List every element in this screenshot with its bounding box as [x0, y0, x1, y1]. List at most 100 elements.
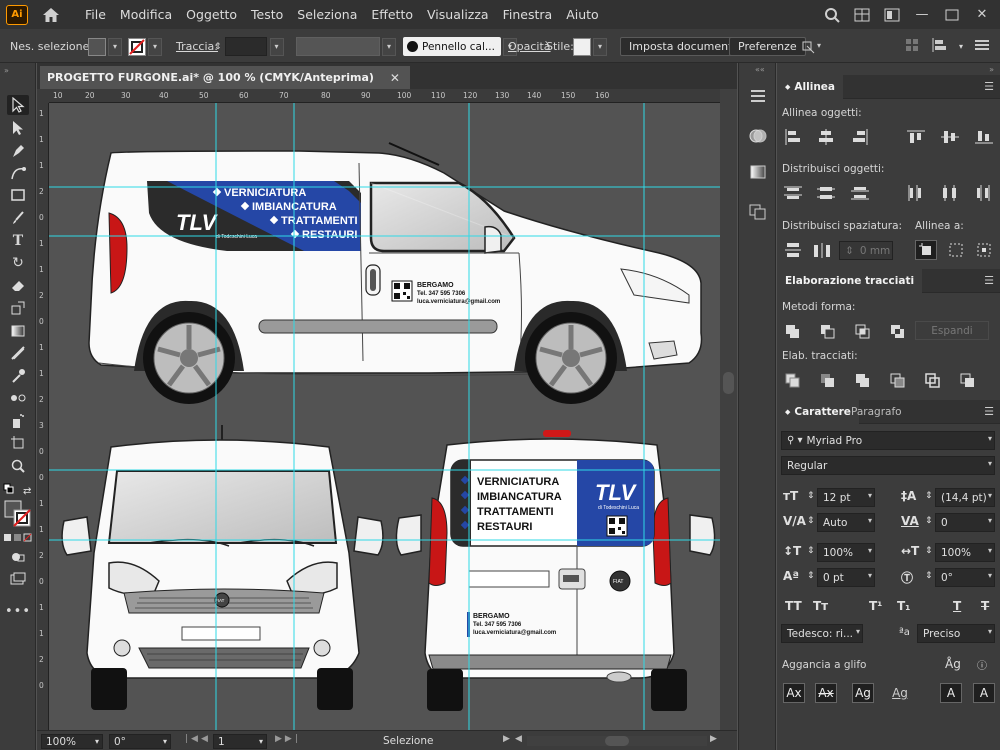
status-tool[interactable]: Selezione: [383, 735, 433, 747]
vertical-scale-dropdown[interactable]: ▾: [868, 546, 872, 555]
align-left-icon[interactable]: [782, 127, 804, 147]
char-rotation-field[interactable]: 0° ▾: [935, 568, 995, 587]
selection-tool-icon[interactable]: [7, 95, 29, 115]
align-to-selection-icon[interactable]: [915, 240, 937, 260]
zoom-tool-icon[interactable]: [7, 456, 29, 476]
font-search-icon[interactable]: ⚲ ▾: [787, 435, 803, 446]
tracking-field[interactable]: 0 ▾: [935, 513, 995, 532]
collapse-toolbar-icon[interactable]: »: [4, 66, 9, 75]
collapse-strip-icon[interactable]: ««: [755, 65, 765, 74]
character-panel-menu-icon[interactable]: ☰: [984, 405, 994, 418]
brush-tool-icon[interactable]: [7, 208, 29, 228]
horizontal-scale-field[interactable]: 100% ▾: [935, 543, 995, 562]
all-caps-icon[interactable]: TT: [785, 599, 802, 613]
snap-baseline-icon[interactable]: Ax: [783, 683, 805, 703]
superscript-icon[interactable]: T¹: [869, 599, 882, 613]
gradient-tool-icon[interactable]: [7, 321, 29, 341]
default-colors-icon[interactable]: ⇄: [3, 483, 33, 497]
artboard-field[interactable]: 1 ▾: [213, 734, 267, 749]
divide-icon[interactable]: [782, 370, 804, 390]
strikethrough-icon[interactable]: T: [981, 599, 989, 613]
horizontal-scrollbar[interactable]: [527, 736, 707, 746]
maximize-icon[interactable]: [944, 8, 960, 22]
preferences-button[interactable]: Preferenze: [729, 37, 806, 56]
status-menu-arrow[interactable]: ▶: [503, 734, 510, 744]
font-size-dropdown[interactable]: ▾: [868, 491, 872, 500]
tracking-stepper[interactable]: ⇕: [925, 516, 933, 526]
eraser-tool-icon[interactable]: [7, 275, 29, 295]
rotation-dropdown[interactable]: ▾: [163, 737, 167, 746]
properties-panel-icon[interactable]: [746, 85, 770, 107]
brush-definition[interactable]: Pennello cal...: [403, 37, 501, 56]
char-rotation-dropdown[interactable]: ▾: [988, 571, 992, 580]
zoom-field[interactable]: 100% ▾: [41, 734, 103, 749]
minimize-icon[interactable]: —: [914, 7, 930, 22]
horizontal-ruler[interactable]: 10 20 30 40 50 60 70 80 90 100 110 120 130 140 150 160: [49, 89, 720, 103]
pen-tool-icon[interactable]: [7, 141, 29, 161]
exclude-icon[interactable]: [887, 321, 909, 341]
distribute-horizontal-center-icon[interactable]: [939, 183, 961, 203]
color-mode-icons[interactable]: [4, 533, 32, 543]
menu-modifica[interactable]: Modifica: [113, 7, 179, 22]
baseline-field[interactable]: 0 pt ▾: [817, 568, 875, 587]
artboard-nav-prev[interactable]: |◀◀: [185, 734, 211, 744]
font-size-field[interactable]: 12 pt ▾: [817, 488, 875, 507]
artboard-dropdown[interactable]: ▾: [259, 737, 263, 746]
underline-icon[interactable]: T: [953, 599, 961, 613]
vertical-ruler[interactable]: 1 1 1 2 0 1 1 2 0 1 1 2 3 0 0 1 1 2 0 1 1 2 0: [37, 103, 49, 730]
blend-tool-icon[interactable]: [7, 388, 29, 408]
minus-back-icon[interactable]: [957, 370, 979, 390]
collapse-arrow-icon[interactable]: ◆: [785, 83, 790, 91]
appearance-panel-icon[interactable]: [746, 125, 770, 147]
stroke-weight-input[interactable]: [224, 37, 267, 56]
van-front-view[interactable]: FIAT: [61, 425, 384, 710]
snap-glyph-info-icon[interactable]: ⓘ: [977, 657, 987, 672]
distribute-left-icon[interactable]: [905, 183, 927, 203]
kerning-stepper[interactable]: ⇕: [807, 516, 815, 526]
draw-mode-icon[interactable]: [7, 547, 29, 567]
collapse-panels-icon[interactable]: »: [989, 65, 994, 74]
rectangle-tool-icon[interactable]: [7, 185, 29, 205]
leading-field[interactable]: (14,4 pt) ▾: [935, 488, 995, 507]
snap-x-height-icon[interactable]: Ax: [815, 683, 837, 703]
snap-angular-icon[interactable]: A: [940, 683, 962, 703]
font-family-dropdown[interactable]: ▾: [988, 434, 992, 443]
rotate-tool-icon[interactable]: ↻: [7, 253, 29, 273]
align-right-icon[interactable]: [849, 127, 871, 147]
stroke-swatch[interactable]: [128, 37, 146, 56]
snap-anchor-icon[interactable]: A: [973, 683, 995, 703]
horizontal-scale-dropdown[interactable]: ▾: [988, 546, 992, 555]
kerning-field[interactable]: Auto ▾: [817, 513, 875, 532]
merge-icon[interactable]: [852, 370, 874, 390]
menu-testo[interactable]: Testo: [244, 7, 290, 22]
intersect-icon[interactable]: [852, 321, 874, 341]
distribute-right-icon[interactable]: [973, 183, 995, 203]
artboard-nav-next[interactable]: ▶▶|: [275, 734, 301, 744]
kerning-dropdown[interactable]: ▾: [868, 516, 872, 525]
graphic-style-swatch[interactable]: [573, 37, 591, 56]
baseline-dropdown[interactable]: ▾: [868, 571, 872, 580]
van-side-view[interactable]: VERNICIATURA IMBIANCATURA TRATTAMENTI RE…: [88, 142, 703, 404]
mesh-tool-icon[interactable]: [7, 343, 29, 363]
hscroll-right[interactable]: ▶: [710, 734, 717, 744]
align-to-key-object-icon[interactable]: [945, 240, 967, 260]
leading-dropdown[interactable]: ▾: [988, 491, 992, 500]
char-rotation-stepper[interactable]: ⇕: [925, 571, 933, 581]
artboards-panel-icon[interactable]: [746, 201, 770, 223]
screen-mode-icon[interactable]: [7, 569, 29, 589]
minus-front-icon[interactable]: [817, 321, 839, 341]
ruler-corner[interactable]: [37, 89, 49, 103]
panel-menu-quick-icon[interactable]: [975, 39, 990, 54]
fill-swatch[interactable]: [88, 37, 106, 56]
align-to-artboard-icon[interactable]: [973, 240, 995, 260]
font-size-stepper[interactable]: ⇕: [807, 491, 815, 501]
distribute-horizontal-space-icon[interactable]: [811, 240, 833, 260]
small-caps-icon[interactable]: Tт: [813, 599, 828, 613]
leading-stepper[interactable]: ⇕: [925, 491, 933, 501]
opacity-label[interactable]: Opacità: [508, 37, 551, 56]
zoom-dropdown[interactable]: ▾: [95, 737, 99, 746]
pathfinder-panel-menu-icon[interactable]: ☰: [984, 274, 994, 287]
workspace-icon[interactable]: [854, 8, 870, 22]
align-top-icon[interactable]: [905, 127, 927, 147]
variable-width-profile[interactable]: [296, 37, 380, 56]
